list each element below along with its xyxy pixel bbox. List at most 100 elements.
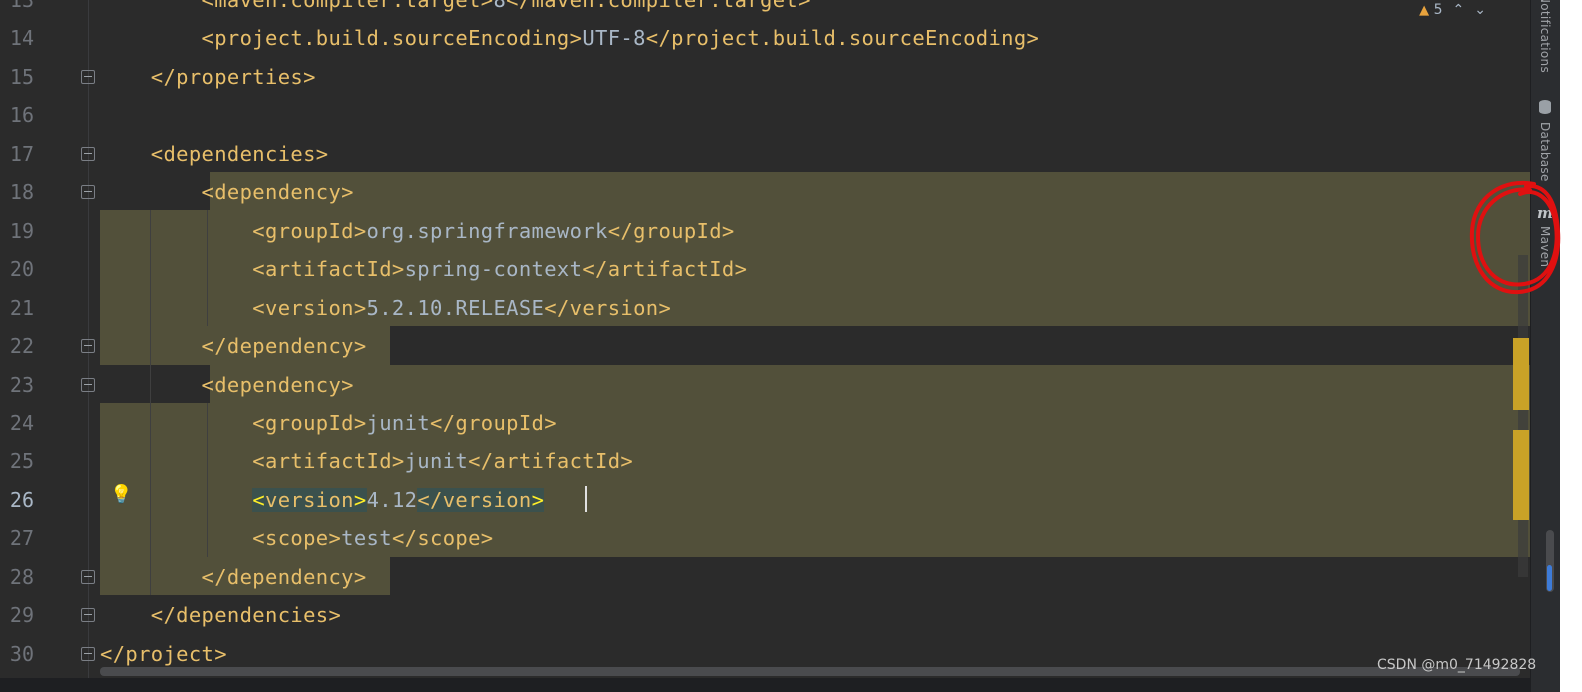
code-text: </properties>: [100, 58, 316, 96]
code-token: </scope>: [391, 526, 494, 551]
code-token: <groupId>: [100, 410, 367, 435]
code-token: 4.12: [366, 487, 418, 512]
inspection-count[interactable]: ▲ 5: [1419, 2, 1442, 18]
code-token: </artifactId>: [468, 449, 634, 474]
code-token: </dependency>: [100, 564, 367, 589]
line-number: 16: [9, 103, 34, 128]
watermark: CSDN @m0_71492828: [1377, 657, 1537, 673]
text-caret: [585, 486, 587, 512]
next-highlight-button[interactable]: ⌄: [1474, 2, 1486, 18]
code-token: </dependencies>: [100, 603, 342, 628]
red-circle-annotation: [1469, 180, 1561, 295]
code-text: <scope>test</scope>: [100, 519, 493, 557]
window-edge: [1560, 0, 1582, 692]
code-line[interactable]: 29 </dependencies>: [0, 596, 1530, 634]
line-number: 22: [9, 334, 34, 359]
line-number: 14: [9, 26, 34, 51]
code-token: </groupId>: [607, 218, 735, 243]
code-token: version: [265, 487, 354, 512]
fold-toggle[interactable]: [81, 69, 95, 84]
code-token: test: [341, 526, 392, 551]
scroll-marker[interactable]: [1513, 430, 1529, 520]
code-token: </version: [417, 487, 532, 512]
code-token: >: [353, 487, 367, 512]
code-text: <artifactId>junit</artifactId>: [100, 442, 633, 480]
inspection-widget[interactable]: ▲ 5 ⌃ ⌄: [1419, 2, 1486, 18]
fold-toggle[interactable]: [81, 339, 95, 354]
code-text: <groupId>org.springframework</groupId>: [100, 212, 735, 250]
line-number: 25: [9, 449, 34, 474]
code-token: <dependency>: [100, 180, 354, 205]
code-line[interactable]: 25 <artifactId>junit</artifactId>: [0, 442, 1530, 480]
fold-toggle[interactable]: [81, 185, 95, 200]
code-token: <artifactId>: [100, 257, 405, 282]
code-editor[interactable]: 13 <maven.compiler.target>8</maven.compi…: [0, 0, 1546, 692]
line-number: 19: [9, 218, 34, 243]
code-token: 8: [493, 0, 507, 12]
code-text: <artifactId>spring-context</artifactId>: [100, 250, 747, 288]
code-text: <dependency>: [100, 173, 354, 211]
code-line[interactable]: 20 <artifactId>spring-context</artifactI…: [0, 250, 1530, 288]
code-text: <version>5.2.10.RELEASE</version>: [100, 289, 671, 327]
code-text: </dependency>: [100, 558, 367, 596]
previous-highlight-button[interactable]: ⌃: [1453, 2, 1465, 18]
line-number: 13: [9, 0, 34, 12]
code-token: </artifactId>: [582, 257, 748, 282]
code-token: <version>: [100, 295, 367, 320]
fold-toggle[interactable]: [81, 646, 95, 661]
code-token: UTF-8: [582, 26, 646, 51]
notifications-tool-button[interactable]: Notifications: [1538, 0, 1552, 73]
line-number: 26: [9, 487, 34, 512]
fold-toggle[interactable]: [81, 569, 95, 584]
code-token: junit: [404, 449, 469, 474]
code-token: 5.2.10.RELEASE: [366, 295, 545, 320]
code-line[interactable]: 26 <version>4.12</version>: [0, 481, 1530, 519]
line-number: 30: [9, 641, 34, 666]
vertical-scrollbar[interactable]: [1518, 255, 1528, 577]
code-token: org.springframework: [366, 218, 608, 243]
code-text: <version>4.12</version>: [100, 481, 545, 519]
code-token: </maven.compiler.target>: [506, 0, 811, 12]
code-line[interactable]: 15 </properties>: [0, 58, 1530, 96]
code-token: <dependency>: [100, 372, 354, 397]
code-text: <dependencies>: [100, 135, 328, 173]
line-number: 29: [9, 603, 34, 628]
code-line[interactable]: 24 <groupId>junit</groupId>: [0, 404, 1530, 442]
line-number: 15: [9, 64, 34, 89]
lightbulb-icon[interactable]: 💡: [110, 484, 132, 506]
code-line[interactable]: 14 <project.build.sourceEncoding>UTF-8</…: [0, 19, 1530, 57]
fold-toggle[interactable]: [81, 377, 95, 392]
code-token: <artifactId>: [100, 449, 405, 474]
code-token: >: [531, 487, 545, 512]
database-tool-button[interactable]: Database: [1538, 122, 1552, 182]
code-line[interactable]: 19 <groupId>org.springframework</groupId…: [0, 212, 1530, 250]
code-text: </dependency>: [100, 327, 367, 365]
code-token: </version>: [544, 295, 672, 320]
code-line[interactable]: 23 <dependency>: [0, 366, 1530, 404]
scroll-marker[interactable]: [1513, 338, 1529, 410]
code-token: </project.build.sourceEncoding>: [645, 26, 1040, 51]
code-token: <project.build.sourceEncoding>: [100, 26, 583, 51]
code-line[interactable]: 28 </dependency>: [0, 558, 1530, 596]
line-number: 21: [9, 295, 34, 320]
code-token: </groupId>: [430, 410, 557, 435]
horizontal-scrollbar[interactable]: [100, 667, 1520, 676]
code-text: </dependencies>: [100, 596, 341, 634]
code-line[interactable]: 21 <version>5.2.10.RELEASE</version>: [0, 289, 1530, 327]
editor-bottom-edge: [0, 678, 1546, 692]
database-icon[interactable]: [1539, 100, 1551, 114]
code-line[interactable]: 16: [0, 96, 1530, 134]
line-number: 27: [9, 526, 34, 551]
code-line[interactable]: 13 <maven.compiler.target>8</maven.compi…: [0, 0, 1530, 19]
code-token: <scope>: [100, 526, 342, 551]
fold-toggle[interactable]: [81, 608, 95, 623]
fold-toggle[interactable]: [81, 146, 95, 161]
code-text: <groupId>junit</groupId>: [100, 404, 557, 442]
right-tool-window-bar: Notifications Database m Maven: [1530, 0, 1560, 692]
line-number: 18: [9, 180, 34, 205]
code-line[interactable]: 22 </dependency>: [0, 327, 1530, 365]
code-token: </properties>: [100, 64, 316, 89]
code-line[interactable]: 17 <dependencies>: [0, 135, 1530, 173]
code-line[interactable]: 27 <scope>test</scope>: [0, 519, 1530, 557]
code-line[interactable]: 18 <dependency>: [0, 173, 1530, 211]
